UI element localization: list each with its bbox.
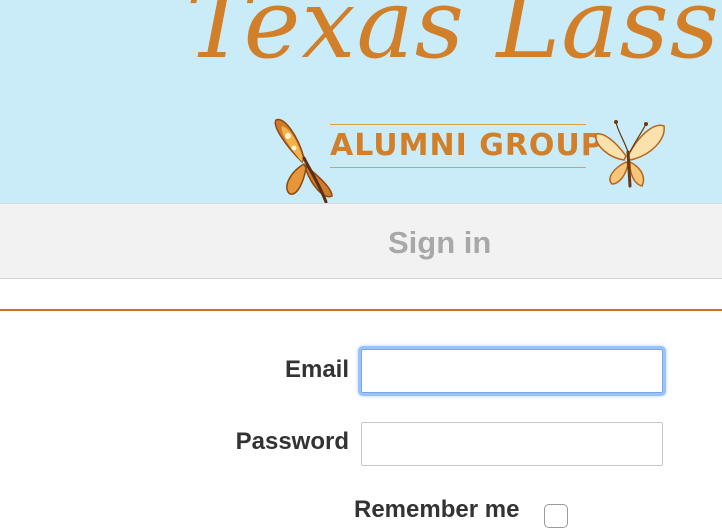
remember-me-label: Remember me — [354, 496, 520, 523]
email-field[interactable] — [361, 349, 663, 393]
banner-title: Texas Lassos — [186, 0, 722, 80]
section-divider — [0, 309, 722, 311]
password-field[interactable] — [361, 422, 663, 466]
header-banner: Texas Lassos ALUMNI GROUP — [0, 0, 722, 203]
butterfly-icon — [274, 118, 333, 203]
remember-me-checkbox[interactable] — [544, 504, 568, 528]
butterfly-icon — [595, 120, 665, 188]
email-label: Email — [284, 356, 349, 383]
password-label: Password — [235, 428, 349, 455]
banner-divider-bottom — [330, 167, 586, 168]
banner-subtitle: ALUMNI GROUP — [330, 128, 604, 163]
banner-divider-top — [330, 124, 586, 125]
signin-header-bar: Sign in — [0, 203, 722, 279]
page-title: Sign in — [388, 225, 492, 260]
